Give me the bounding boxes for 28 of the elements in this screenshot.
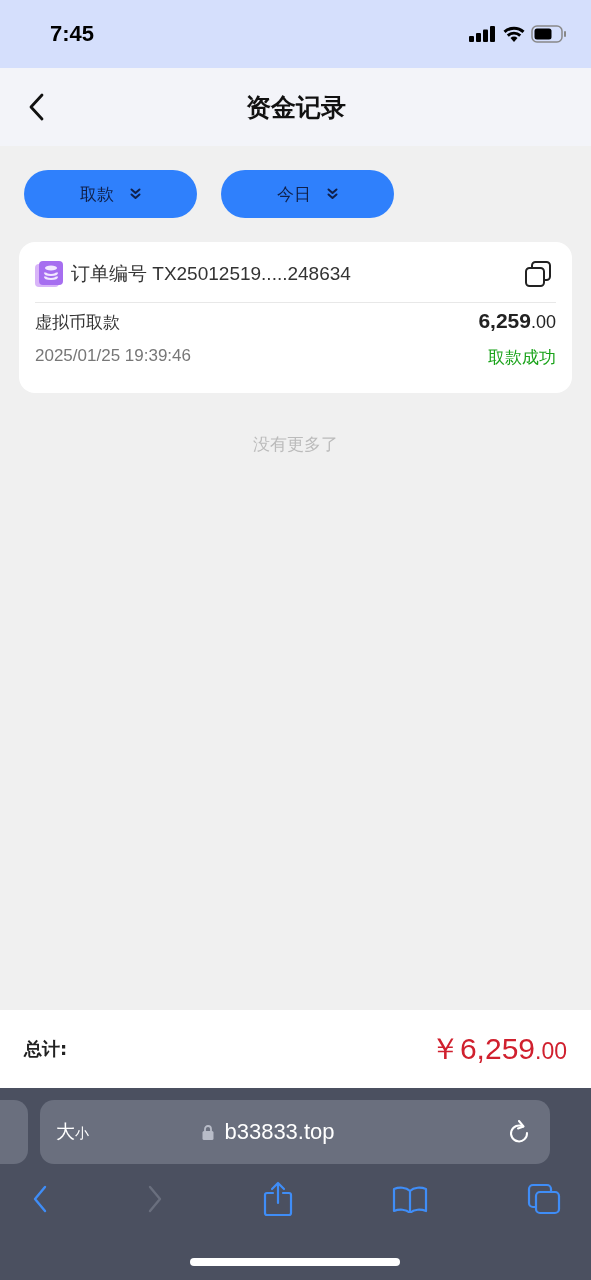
- wifi-icon: [503, 26, 525, 42]
- filter-dropdown[interactable]: 今日: [221, 170, 394, 218]
- status-time: 7:45: [50, 21, 95, 47]
- double-chevron-icon: [130, 188, 141, 200]
- share-icon[interactable]: [262, 1181, 293, 1217]
- record-type: 虚拟币取款: [35, 311, 120, 334]
- record-amount: 6,259.00: [478, 309, 556, 333]
- double-chevron-icon: [327, 188, 338, 200]
- text-size-button[interactable]: 大小: [56, 1119, 89, 1145]
- filter-dropdown[interactable]: 取款: [24, 170, 197, 218]
- total-amount: ￥6,259.00: [429, 1030, 567, 1067]
- coin-stack-icon: [35, 261, 63, 287]
- reload-icon[interactable]: [508, 1120, 530, 1144]
- total-label: 总计:: [24, 1037, 68, 1061]
- url-text: b33833.top: [224, 1119, 335, 1145]
- back-icon[interactable]: [28, 93, 44, 121]
- book-icon[interactable]: [391, 1185, 428, 1213]
- battery-icon: [531, 25, 567, 43]
- lock-icon: [202, 1124, 215, 1140]
- record-status: 取款成功: [488, 346, 556, 369]
- tabs-icon[interactable]: [527, 1183, 561, 1215]
- order-number: 订单编号 TX25012519.....248634: [71, 262, 352, 286]
- page-title: 资金记录: [245, 91, 346, 124]
- copy-icon[interactable]: [524, 260, 552, 288]
- address-bar[interactable]: 大小 b33833.top: [40, 1100, 550, 1164]
- signal-icon: [469, 26, 497, 42]
- tab-edge[interactable]: [0, 1100, 28, 1164]
- record-time: 2025/01/25 19:39:46: [35, 346, 191, 367]
